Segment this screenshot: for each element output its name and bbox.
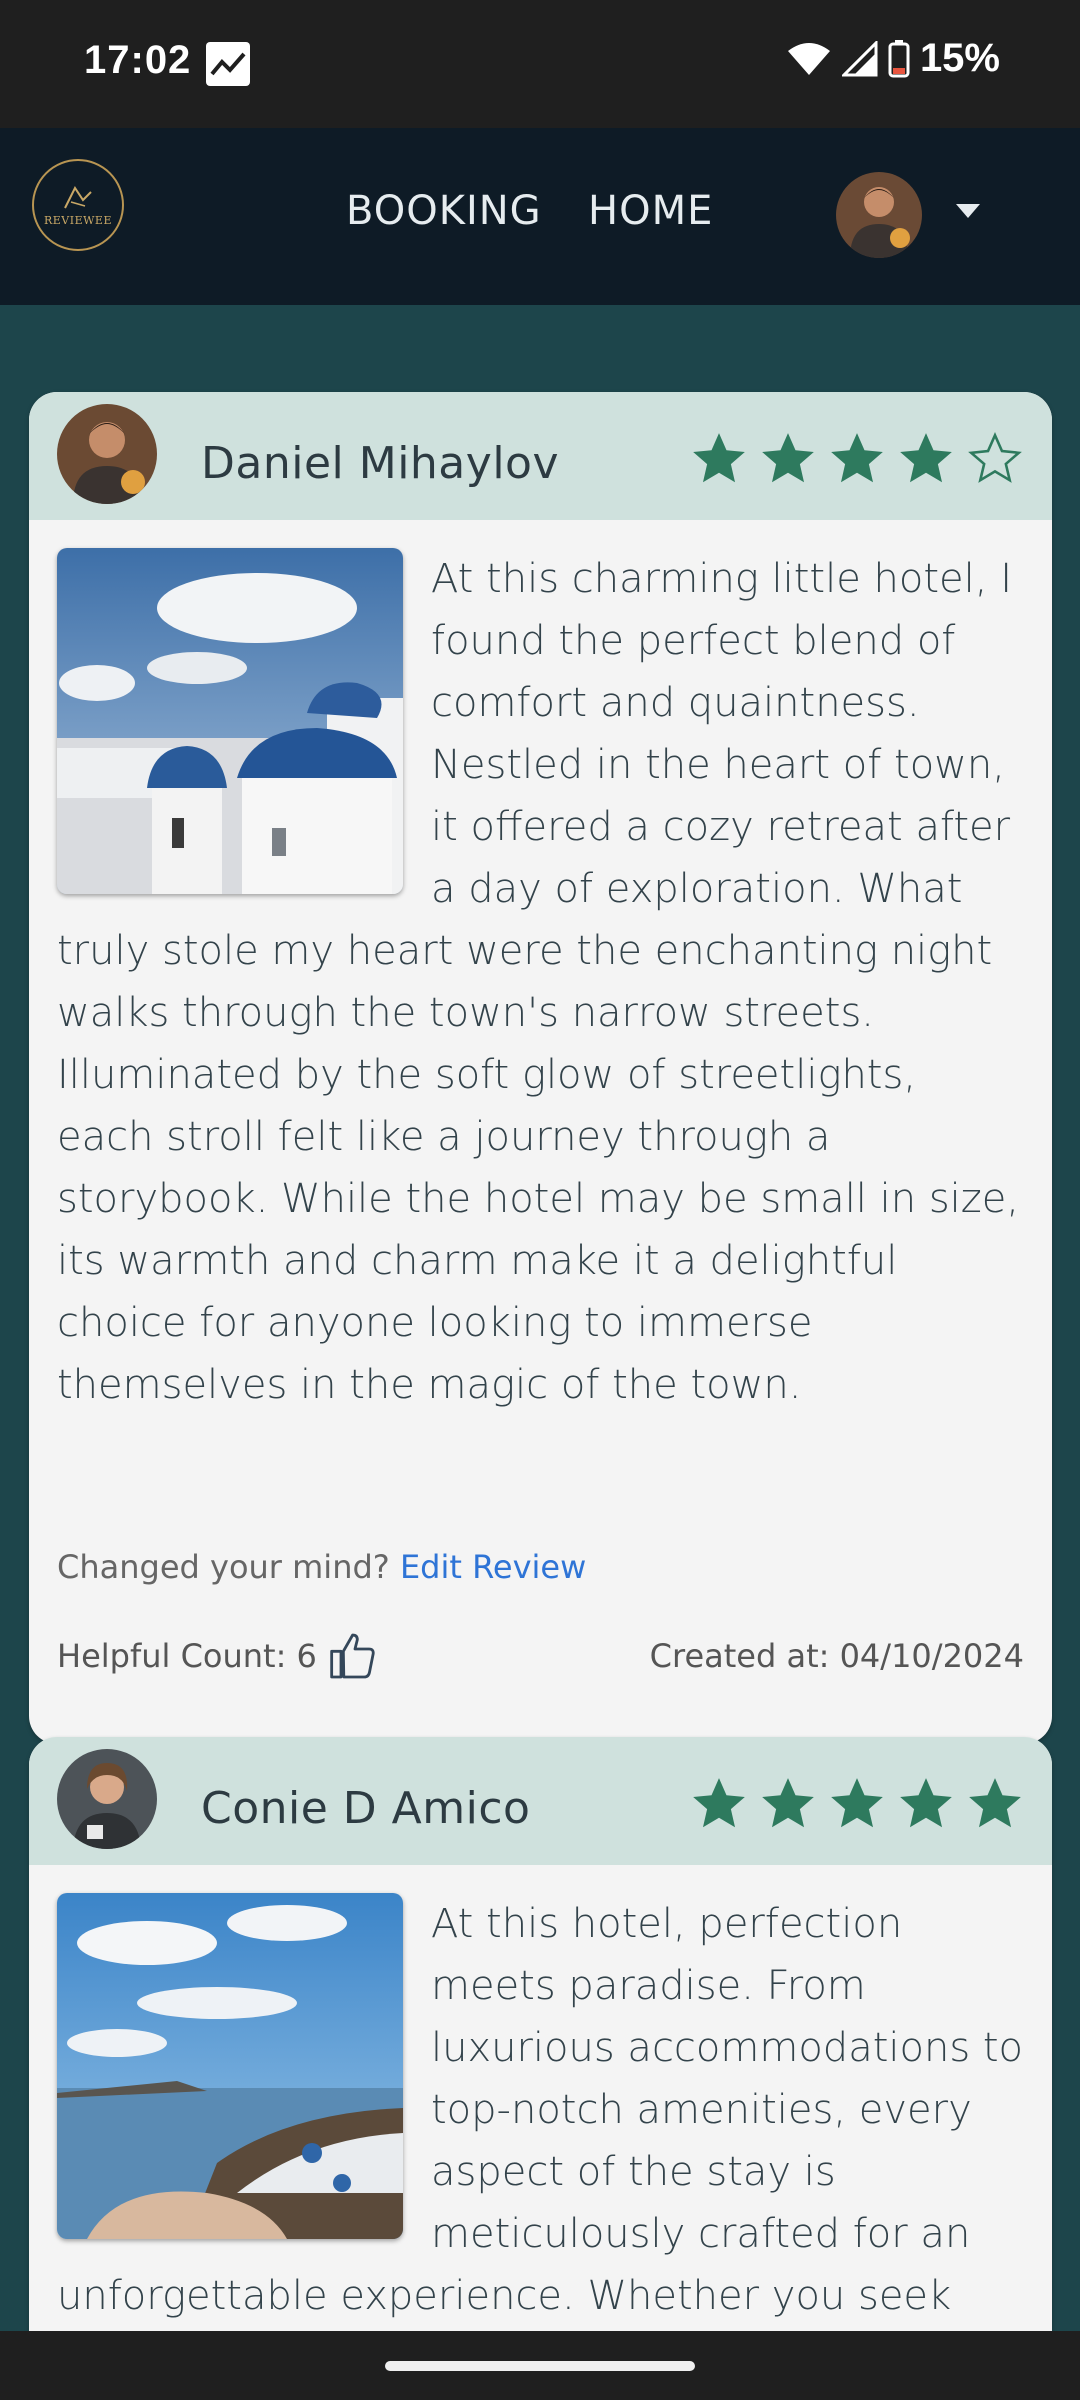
star-filled-icon <box>831 433 883 483</box>
created-date: Created at: 04/10/2024 <box>649 1637 1024 1675</box>
nav-booking-link[interactable]: BOOKING <box>346 188 542 234</box>
review-card-body: At this charming little hotel, I found t… <box>29 520 1052 1744</box>
battery-percent: 15% <box>919 36 1000 80</box>
signal-icon <box>841 40 878 76</box>
top-navbar: REVIEWEE BOOKING HOME <box>0 128 1080 305</box>
user-avatar[interactable] <box>836 172 922 258</box>
reviewee-logo[interactable]: REVIEWEE <box>32 159 124 251</box>
home-gesture-handle[interactable] <box>385 2361 695 2371</box>
star-filled-icon <box>900 433 952 483</box>
star-filled-icon <box>900 1778 952 1828</box>
status-time: 17:02 <box>84 38 192 82</box>
review-footer: Helpful Count: 6 Created at: 04/10/2024 <box>57 1628 1024 1744</box>
star-filled-icon <box>762 1778 814 1828</box>
status-right-group: 15% <box>786 36 1000 81</box>
edit-prompt: Changed your mind? <box>57 1548 390 1586</box>
wifi-icon <box>787 42 830 75</box>
star-filled-icon <box>969 1778 1021 1828</box>
helpful-count: Helpful Count: 6 <box>57 1637 317 1675</box>
review-card: Conie D Amico At this hotel, perfection … <box>29 1737 1052 2377</box>
gallery-icon <box>206 42 250 86</box>
star-filled-icon <box>831 1778 883 1828</box>
review-card-header: Daniel Mihaylov <box>29 392 1052 520</box>
gesture-nav-bar <box>0 2331 1080 2400</box>
reviewer-name: Daniel Mihaylov <box>201 438 559 489</box>
rating-stars <box>688 428 1026 490</box>
star-empty-icon <box>968 432 1022 483</box>
reviewer-name: Conie D Amico <box>201 1783 531 1834</box>
reviewer-avatar <box>57 1749 157 1849</box>
star-filled-icon <box>693 433 745 483</box>
review-card-body: At this hotel, perfection meets paradise… <box>29 1865 1052 2377</box>
status-bar: 17:02 15% <box>0 0 1080 128</box>
battery-icon <box>888 39 910 77</box>
reviewer-avatar <box>57 404 157 504</box>
edit-review-line: Changed your mind? Edit Review <box>57 1548 1024 1586</box>
rating-stars <box>688 1773 1026 1835</box>
star-filled-icon <box>693 1778 745 1828</box>
helpful-group: Helpful Count: 6 <box>57 1628 383 1684</box>
review-photo[interactable] <box>57 1893 403 2239</box>
review-card-header: Conie D Amico <box>29 1737 1052 1865</box>
review-photo[interactable] <box>57 548 403 894</box>
review-card: Daniel Mihaylov At this charming little … <box>29 392 1052 1744</box>
logo-text: REVIEWEE <box>44 213 112 227</box>
thumbs-up-icon[interactable] <box>327 1628 383 1684</box>
nav-home-link[interactable]: HOME <box>588 188 713 234</box>
user-menu-caret-icon[interactable] <box>956 204 980 218</box>
logo-mark-icon <box>64 185 92 208</box>
star-filled-icon <box>762 433 814 483</box>
edit-review-link[interactable]: Edit Review <box>400 1548 586 1586</box>
